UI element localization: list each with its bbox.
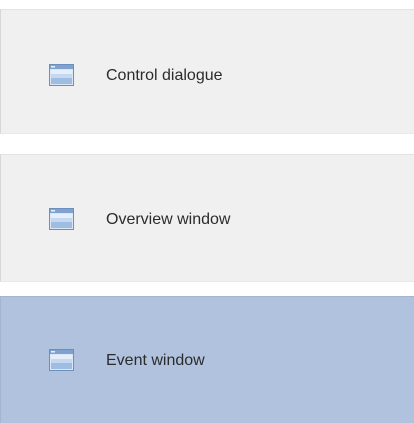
list-item-label: Overview window [106, 211, 231, 228]
list-item-label: Control dialogue [106, 67, 223, 84]
window-icon [49, 64, 74, 86]
list-item-control-dialogue[interactable]: Control dialogue [0, 9, 414, 134]
list-item-overview-window[interactable]: Overview window [0, 154, 414, 282]
window-icon [49, 208, 74, 230]
list-item-label: Event window [106, 352, 205, 369]
window-icon [49, 349, 74, 371]
list-item-event-window[interactable]: Event window [0, 296, 414, 423]
